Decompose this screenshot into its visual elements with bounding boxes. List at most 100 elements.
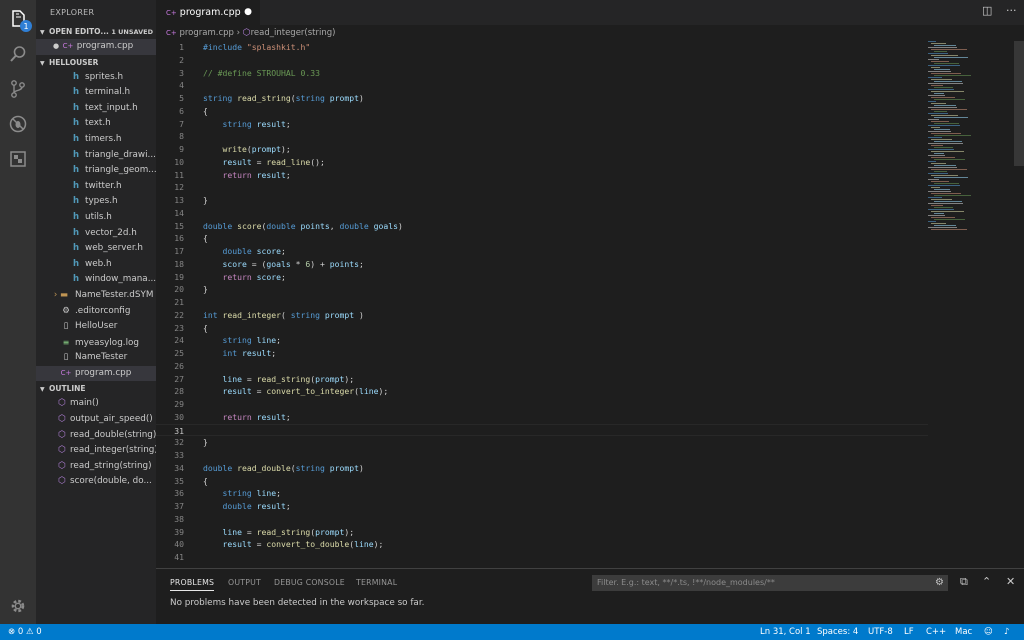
extensions-icon[interactable] [6,147,30,171]
more-actions-icon[interactable]: ··· [1006,4,1017,17]
minimap-line [934,207,953,208]
breadcrumb-symbol[interactable]: read_integer(string) [251,28,336,38]
code-token: line [358,386,379,397]
files-icon[interactable]: 1 [6,7,32,32]
cpp-file-icon: C+ [166,29,177,37]
file-item[interactable]: › ▬ NameTester.dSYM [36,288,156,304]
line-number: 5 [179,93,184,103]
code-token: line [354,539,374,550]
code-text: double read_double(string prompt) [203,462,364,475]
file-item[interactable]: ≡ myeasylog.log [36,335,156,351]
file-item[interactable]: ⚙ .editorconfig [36,304,156,320]
outline-item[interactable]: ⬡ read_string(string) [36,459,156,475]
caret-down-icon: ▼ [40,29,45,36]
tab-debug-console[interactable]: DEBUG CONSOLE [274,578,345,587]
minimap-line [928,197,942,198]
file-item[interactable]: h timers.h [36,132,156,148]
close-icon[interactable]: ✕ [1006,575,1015,588]
file-name: timers.h [85,133,122,144]
minimap[interactable] [926,41,984,241]
minimap-line [931,61,949,62]
tab-terminal[interactable]: TERMINAL [356,578,397,587]
code-editor[interactable]: 1 #include "splashkit.h" 2 3// #define STRO… [156,41,1024,568]
outline-item[interactable]: ⬡ read_integer(string) [36,443,156,459]
chevron-up-icon[interactable]: ⌃ [982,575,991,588]
encoding[interactable]: UTF-8 [868,624,893,640]
file-item[interactable]: h triangle_drawi... [36,148,156,164]
code-token: string [290,309,325,320]
split-editor-icon[interactable]: ◫ [982,4,992,17]
minimap-line [928,71,951,72]
file-name: triangle_geom... [85,165,156,176]
unsaved-badge: 1 UNSAVED [111,28,153,36]
outline-item[interactable]: ⬡ score(double, do... [36,474,156,490]
source-control-icon[interactable] [6,77,30,101]
file-item[interactable]: ▯ HelloUser [36,319,156,335]
tab-program-cpp[interactable]: C+ program.cpp ● [156,0,260,25]
code-token: = ( [246,258,267,269]
error-count: 0 [17,627,24,637]
outline-item[interactable]: ⬡ main() [36,396,156,412]
outline-header[interactable]: ▼ OUTLINE [36,381,156,396]
code-token: convert_to_double [266,539,350,550]
file-item[interactable]: ▯ NameTester [36,350,156,366]
feedback-icon[interactable]: ☺ [984,624,993,640]
file-item[interactable]: h triangle_geom... [36,163,156,179]
minimap-line [928,113,948,114]
file-item[interactable]: h twitter.h [36,179,156,195]
minimap-line [931,121,949,122]
outline-item[interactable]: ⬡ output_air_speed() [36,412,156,428]
platform[interactable]: Mac [955,624,972,640]
code-line: 35 { [156,475,928,488]
debug-icon[interactable] [6,112,30,136]
code-line: 3 // #define STROUHAL 0.33 [156,67,928,80]
file-name: NameTester.dSYM [75,289,154,300]
problems-filter-input[interactable]: Filter. E.g.: text, **/*.ts, !**/node_mo… [592,575,948,591]
tab-problems[interactable]: PROBLEMS [170,578,215,591]
code-token: double [203,220,238,231]
warning-icon: ⚠ [25,627,34,637]
filter-settings-icon[interactable]: ⚙ [935,575,944,591]
indentation[interactable]: Spaces: 4 [817,624,858,640]
language-mode[interactable]: C++ [926,624,946,640]
editor-scrollbar[interactable] [1014,41,1024,166]
breadcrumb-file[interactable]: program.cpp [179,28,233,38]
file-item[interactable]: h text.h [36,116,156,132]
code-line: 34 double read_double(string prompt) [156,462,928,475]
outline-item[interactable]: ⬡ read_double(string) [36,428,156,444]
file-item[interactable]: h terminal.h [36,85,156,101]
file-item[interactable]: h types.h [36,194,156,210]
code-line: 5 string read_string(string prompt) [156,92,928,105]
minimap-line [934,159,965,160]
file-name: twitter.h [85,180,122,191]
file-item[interactable]: C+ program.cpp [36,365,156,382]
minimap-line [928,107,957,108]
line-number: 25 [174,348,184,358]
file-item[interactable]: h window_mana... [36,272,156,288]
file-item[interactable]: h text_input.h [36,101,156,117]
gear-icon[interactable] [6,594,30,618]
end-of-line[interactable]: LF [904,624,914,640]
open-editors-header[interactable]: ▼ OPEN EDITO... 1 UNSAVED [36,24,156,39]
project-header[interactable]: ▼ HELLOUSER [36,55,156,70]
file-item[interactable]: h sprites.h [36,70,156,86]
search-icon[interactable] [6,42,30,66]
problems-status[interactable]: ⊗ 0 ⚠ 0 [8,624,42,640]
method-icon: ⬡ [58,429,66,440]
open-editor-item[interactable]: ● C+ program.cpp [36,39,156,55]
file-item[interactable]: h vector_2d.h [36,226,156,242]
file-name: types.h [85,196,118,207]
minimap-line [931,223,946,224]
file-item[interactable]: h utils.h [36,210,156,226]
problems-message: No problems have been detected in the wo… [170,598,425,608]
line-number: 33 [174,450,184,460]
bell-icon[interactable]: ♪ [1004,624,1009,640]
code-token: result [222,386,252,397]
file-item[interactable]: h web_server.h [36,241,156,257]
cursor-position[interactable]: Ln 31, Col 1 [760,624,811,640]
maximize-panel-icon[interactable]: ⧉ [960,575,968,589]
code-line: 1 #include "splashkit.h" [156,41,928,54]
tab-output[interactable]: OUTPUT [228,578,261,587]
file-item[interactable]: h web.h [36,257,156,273]
